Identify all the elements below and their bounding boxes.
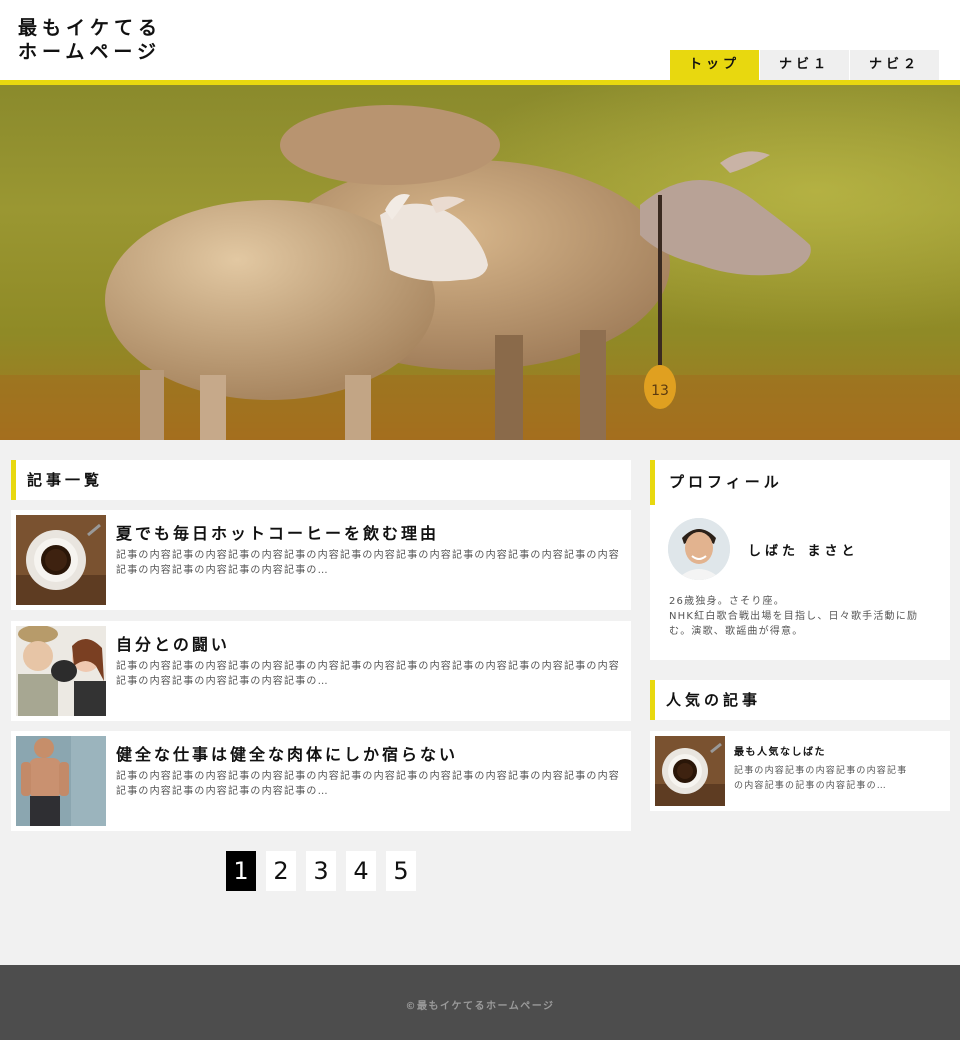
site-footer: ©最もイケてるホームページ [0, 965, 960, 1040]
coffee-photo-icon [16, 515, 106, 605]
article-thumbnail[interactable] [16, 626, 106, 716]
page-button-4[interactable]: 4 [346, 851, 376, 891]
pagination: 1 2 3 4 5 [226, 851, 426, 891]
nav-item-navi1[interactable]: ナビ１ [760, 50, 850, 80]
article-excerpt: 記事の内容記事の内容記事の内容記事の内容記事の内容記事の内容記事の内容記事の内容… [116, 661, 620, 687]
profile-heading: プロフィール [650, 460, 950, 505]
article-title[interactable]: 夏でも毎日ホットコーヒーを飲む理由 [116, 520, 439, 544]
sheep-photo-icon: 13 [0, 85, 960, 440]
site-logo[interactable]: 最もイケてる ホームページ [18, 16, 162, 64]
profile-bio-line-2: NHK紅白歌合戦出場を目指し、日々歌手活動に励む。演歌、歌謡曲が得意。 [669, 611, 919, 637]
profile-card: プロフィール しばた まさと 26歳独身。さそり座。 NHK紅白歌合戦出場を目指… [650, 460, 950, 660]
article-card[interactable]: 夏でも毎日ホットコーヒーを飲む理由 記事の内容記事の内容記事の内容記事の内容記事… [11, 510, 631, 610]
logo-line-1: 最もイケてる [18, 17, 163, 39]
profile-bio: 26歳独身。さそり座。 NHK紅白歌合戦出場を目指し、日々歌手活動に励む。演歌、… [669, 594, 939, 639]
popular-article-title[interactable]: 最も人気なしばた [734, 743, 826, 758]
article-title[interactable]: 健全な仕事は健全な肉体にしか宿らない [116, 741, 458, 765]
page-button-3[interactable]: 3 [306, 851, 336, 891]
fitness-man-photo-icon [16, 736, 106, 826]
hero-image: 13 [0, 85, 960, 440]
profile-photo-icon [668, 518, 730, 580]
article-excerpt: 記事の内容記事の内容記事の内容記事の内容記事の内容記事の内容記事の内容記事の内容… [116, 550, 620, 576]
article-card[interactable]: 健全な仕事は健全な肉体にしか宿らない 記事の内容記事の内容記事の内容記事の内容記… [11, 731, 631, 831]
page-button-5[interactable]: 5 [386, 851, 416, 891]
avatar [668, 518, 730, 580]
profile-bio-line-1: 26歳独身。さそり座。 [669, 596, 785, 607]
boxing-couple-photo-icon [16, 626, 106, 716]
profile-name: しばた まさと [748, 544, 859, 559]
article-thumbnail[interactable] [16, 515, 106, 605]
site-header: 最もイケてる ホームページ トップ ナビ１ ナビ２ [0, 0, 960, 80]
page-button-2[interactable]: 2 [266, 851, 296, 891]
logo-line-2: ホームページ [18, 41, 162, 63]
page-button-1[interactable]: 1 [226, 851, 256, 891]
popular-articles-heading: 人気の記事 [650, 680, 950, 720]
popular-article-thumbnail[interactable] [655, 736, 725, 806]
article-excerpt: 記事の内容記事の内容記事の内容記事の内容記事の内容記事の内容記事の内容記事の内容… [116, 771, 620, 797]
popular-article-card[interactable]: 最も人気なしばた 記事の内容記事の内容記事の内容記事の内容記事の記事の内容記事の… [650, 731, 950, 811]
nav-item-navi2[interactable]: ナビ２ [850, 50, 940, 80]
article-title[interactable]: 自分との闘い [116, 631, 230, 655]
article-thumbnail[interactable] [16, 736, 106, 826]
copyright-text: ©最もイケてるホームページ [405, 1001, 555, 1012]
nav-item-top[interactable]: トップ [670, 50, 760, 80]
global-nav: トップ ナビ１ ナビ２ [670, 50, 940, 80]
coffee-photo-icon [655, 736, 725, 806]
popular-article-excerpt: 記事の内容記事の内容記事の内容記事の内容記事の記事の内容記事の… [734, 766, 908, 791]
article-card[interactable]: 自分との闘い 記事の内容記事の内容記事の内容記事の内容記事の内容記事の内容記事の… [11, 621, 631, 721]
article-list-heading: 記事一覧 [11, 460, 631, 500]
ear-tag-number: 13 [651, 383, 669, 399]
